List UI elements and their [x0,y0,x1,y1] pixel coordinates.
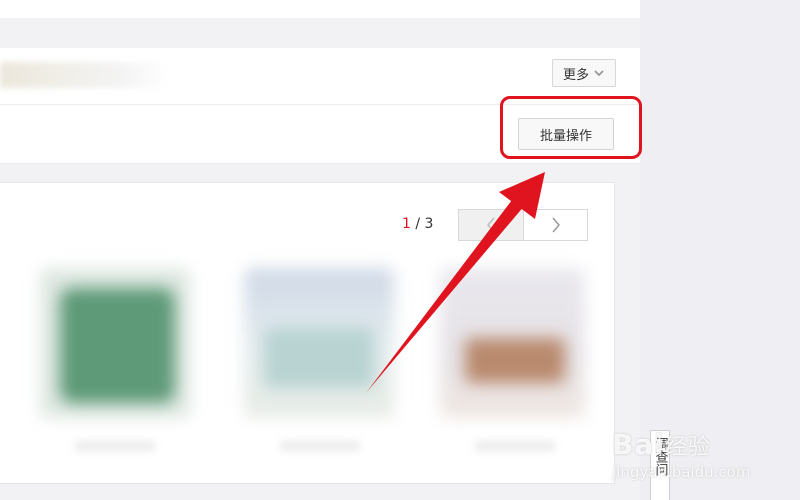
batch-label: 批量操作 [539,128,592,144]
more-dropdown-button[interactable]: 更多 [552,59,616,87]
pager-buttons [458,209,588,241]
toolbar-row: 更多 [0,48,640,105]
blurred-title [0,62,170,88]
page-indicator: 1 / 3 [402,216,433,232]
top-strip [0,0,640,18]
watermark-cn: 经验 [664,435,711,460]
prev-page-button[interactable] [458,209,523,241]
content-panel: 1 / 3 [0,182,615,484]
thumbnail-caption [75,441,155,451]
watermark-logo: Bai经验 [612,428,711,461]
page-current: 1 [402,216,411,232]
thumbnail-caption [475,441,555,451]
next-page-button[interactable] [523,209,588,241]
chevron-right-icon [551,217,560,233]
more-label: 更多 [562,67,589,83]
chevron-down-icon [594,70,604,77]
right-gutter [640,0,800,500]
watermark-logo-text: Bai [612,428,665,461]
batch-operation-button[interactable]: 批量操作 [518,118,614,150]
chevron-left-icon [487,217,495,233]
page-separator: / [410,216,425,232]
thumbnail-caption [280,441,360,451]
thumbnail-3[interactable] [440,268,585,418]
thumbnail-1[interactable] [40,268,190,418]
watermark-url: jingyan.baidu.com [612,463,751,481]
thumbnail-2[interactable] [244,268,394,418]
action-row: 批量操作 [0,105,640,164]
page-total: 3 [424,216,434,232]
